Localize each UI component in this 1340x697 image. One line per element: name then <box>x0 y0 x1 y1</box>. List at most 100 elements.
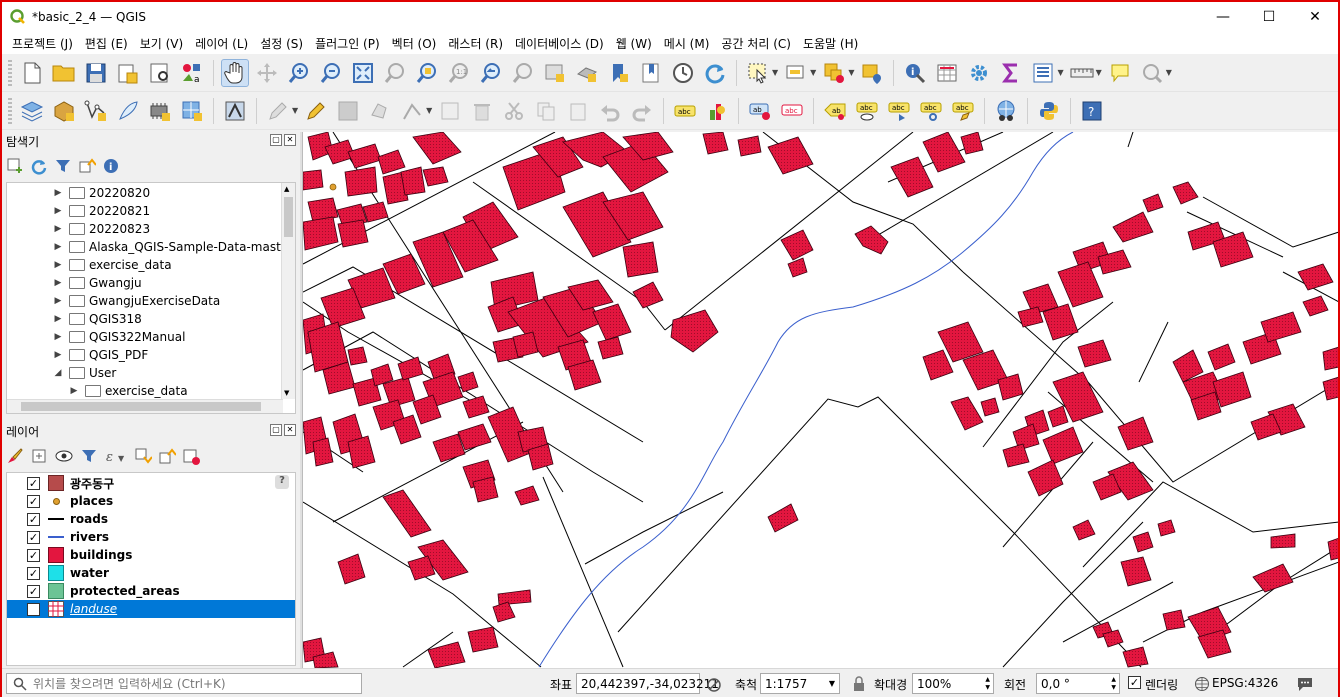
pan-map-button[interactable] <box>221 58 249 87</box>
python-console-button[interactable] <box>1035 97 1063 125</box>
new-spatialite-button[interactable] <box>114 97 142 125</box>
expand-arrow-icon[interactable]: ▶ <box>53 332 63 342</box>
save-as-button[interactable] <box>114 59 142 87</box>
move-label-button[interactable]: abc <box>885 97 913 125</box>
new-3d-view-button[interactable] <box>573 59 601 87</box>
extents-toggle-icon[interactable] <box>706 677 722 693</box>
zoom-last-button[interactable] <box>477 59 505 87</box>
tree-item[interactable]: ▶ Gwangju <box>53 274 142 292</box>
layer-row-selected[interactable]: landuse <box>7 600 295 618</box>
layers-float-button[interactable]: ▢ <box>270 424 282 436</box>
layer-row[interactable]: ✓ 광주동구 ? <box>7 474 295 492</box>
print-layout-button[interactable] <box>146 59 174 87</box>
rotation-spin-icon[interactable]: ▲ ▼ <box>1111 676 1116 692</box>
expand-arrow-icon[interactable]: ▶ <box>53 314 63 324</box>
layer-row[interactable]: ✓ roads <box>7 510 295 528</box>
collapse-all-layers-icon[interactable] <box>158 447 176 465</box>
new-project-button[interactable] <box>18 59 46 87</box>
toggle-editing-button[interactable] <box>302 97 330 125</box>
scroll-down-icon[interactable]: ▼ <box>284 389 289 397</box>
highlight-pinned-labels-button[interactable]: ab <box>746 97 774 125</box>
scroll-thumb[interactable] <box>284 197 293 237</box>
locator-search-input[interactable]: 위치를 찾으려면 입력하세요 (Ctrl+K) <box>6 673 362 694</box>
pan-to-selection-button[interactable] <box>253 59 281 87</box>
attribute-table-button[interactable] <box>933 59 961 87</box>
filter-expression-icon[interactable]: ε ▼ <box>104 447 128 465</box>
unknown-crs-help-icon[interactable]: ? <box>275 475 289 489</box>
menu-raster[interactable]: 래스터 (R) <box>442 35 509 52</box>
current-edits-button[interactable] <box>264 97 292 125</box>
expand-arrow-icon[interactable]: ▶ <box>53 296 63 306</box>
add-feature-button[interactable] <box>366 97 394 125</box>
paste-features-button[interactable] <box>564 97 592 125</box>
expand-arrow-icon[interactable]: ▶ <box>53 350 63 360</box>
rotate-label-button[interactable]: abc <box>917 97 945 125</box>
scale-dropdown-icon[interactable]: ▼ <box>829 679 835 688</box>
select-features-button[interactable] <box>744 59 772 87</box>
minimize-button[interactable]: — <box>1200 2 1246 32</box>
toolbar-grip-2[interactable] <box>8 97 12 124</box>
expand-arrow-icon[interactable]: ▶ <box>53 278 63 288</box>
crs-globe-icon[interactable] <box>1194 676 1210 692</box>
layer-row[interactable]: ✓ water <box>7 564 295 582</box>
vertex-dropdown-icon[interactable]: ▼ <box>426 106 432 115</box>
redo-button[interactable] <box>628 97 656 125</box>
locate-button[interactable] <box>1138 59 1166 87</box>
data-source-manager-button[interactable] <box>18 97 46 125</box>
list-dropdown-icon[interactable]: ▼ <box>1057 68 1063 77</box>
menu-processing[interactable]: 공간 처리 (C) <box>715 35 797 52</box>
browser-float-button[interactable]: ▢ <box>270 134 282 146</box>
select-by-attribute-button[interactable] <box>782 59 810 87</box>
manage-visibility-eye-icon[interactable] <box>54 447 74 465</box>
tree-item[interactable]: ▶ 20220821 <box>53 202 151 220</box>
messages-icon[interactable] <box>1296 675 1314 693</box>
magnifier-spinbox[interactable]: 100% ▲ ▼ <box>912 673 994 694</box>
tree-item[interactable]: ▶ 20220823 <box>53 220 151 238</box>
layer-visibility-checkbox[interactable]: ✓ <box>27 548 40 562</box>
filter-legend-icon[interactable] <box>80 447 98 465</box>
expand-arrow-icon[interactable]: ▶ <box>53 206 63 216</box>
remove-layer-icon[interactable] <box>182 447 200 465</box>
add-selected-layers-icon[interactable] <box>6 157 24 175</box>
tree-item[interactable]: ▶ QGIS_PDF <box>53 346 149 364</box>
menu-edit[interactable]: 편집 (E) <box>79 35 134 52</box>
save-project-button[interactable] <box>82 59 110 87</box>
layer-visibility-checkbox[interactable]: ✓ <box>27 584 40 598</box>
tree-item[interactable]: ▶ QGIS322Manual <box>53 328 186 346</box>
identify-features-button[interactable]: i <box>901 59 929 87</box>
layer-labeling-button[interactable]: abc <box>671 97 699 125</box>
layer-diagram-button[interactable] <box>703 97 731 125</box>
collapse-all-icon[interactable] <box>78 157 96 175</box>
vertex-tool-button[interactable] <box>398 97 426 125</box>
coordinate-field[interactable]: 20,442397,-34,023211 <box>576 673 719 694</box>
maximize-button[interactable]: ☐ <box>1246 2 1292 32</box>
layer-row[interactable]: ✓ places <box>7 492 295 510</box>
layer-visibility-checkbox[interactable]: ✓ <box>27 530 40 544</box>
cut-features-button[interactable] <box>500 97 528 125</box>
tree-item[interactable]: ◢ User <box>53 364 117 382</box>
show-label-eye-button[interactable]: abc <box>853 97 881 125</box>
digitize-tool-button[interactable] <box>221 97 249 125</box>
zoom-to-selection-button[interactable] <box>381 59 409 87</box>
map-canvas[interactable] <box>302 132 1338 668</box>
help-contents-button[interactable]: ? <box>1078 97 1106 125</box>
menu-settings[interactable]: 설정 (S) <box>254 35 309 52</box>
menu-layer[interactable]: 레이어 (L) <box>189 35 254 52</box>
tree-item[interactable]: ▶ exercise_data <box>69 382 188 400</box>
crs-label[interactable]: EPSG:4326 <box>1212 676 1278 690</box>
layer-visibility-checkbox[interactable]: ✓ <box>27 494 40 508</box>
expand-arrow-icon[interactable]: ▶ <box>53 224 63 234</box>
tree-item[interactable]: ▶ GwangjuExerciseData <box>53 292 221 310</box>
expand-arrow-icon[interactable]: ▶ <box>53 260 63 270</box>
layer-visibility-checkbox[interactable]: ✓ <box>27 476 40 490</box>
style-manager-button[interactable]: a <box>178 59 206 87</box>
menu-project[interactable]: 프로젝트 (J) <box>6 35 79 52</box>
menu-plugins[interactable]: 플러그인 (P) <box>309 35 386 52</box>
temporal-controller-button[interactable] <box>669 59 697 87</box>
zoom-to-layer-button[interactable] <box>413 59 441 87</box>
collapse-arrow-icon[interactable]: ◢ <box>53 368 63 378</box>
zoom-out-button[interactable] <box>317 59 345 87</box>
properties-info-icon[interactable]: i <box>102 157 120 175</box>
edits-dropdown-icon[interactable]: ▼ <box>292 106 298 115</box>
menu-web[interactable]: 웹 (W) <box>610 35 658 52</box>
